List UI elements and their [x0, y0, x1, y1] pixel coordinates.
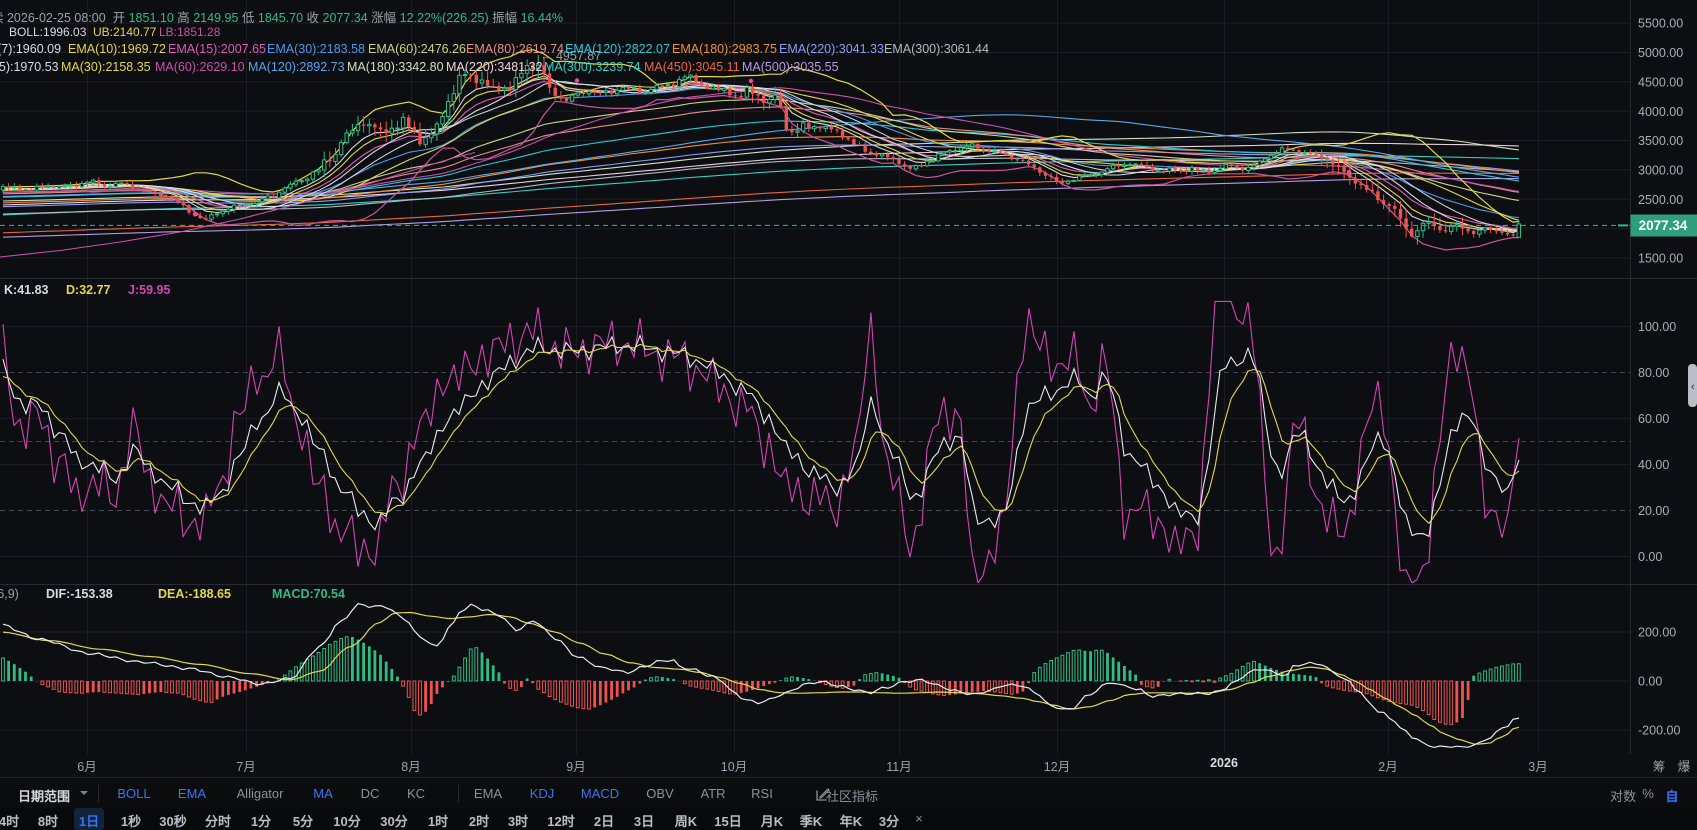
svg-text:3000.00: 3000.00 [1638, 163, 1683, 177]
svg-text:2077.34: 2077.34 [1639, 218, 1688, 233]
svg-text:80.00: 80.00 [1638, 366, 1669, 380]
svg-text:0.00: 0.00 [1638, 675, 1662, 689]
svg-text:-200.00: -200.00 [1638, 724, 1680, 738]
svg-text:4000.00: 4000.00 [1638, 105, 1683, 119]
svg-text:20.00: 20.00 [1638, 504, 1669, 518]
svg-text:2500.00: 2500.00 [1638, 193, 1683, 207]
svg-text:0.00: 0.00 [1638, 550, 1662, 564]
svg-text:5500.00: 5500.00 [1638, 17, 1683, 31]
svg-text:200.00: 200.00 [1638, 626, 1676, 640]
svg-text:4500.00: 4500.00 [1638, 75, 1683, 89]
svg-text:40.00: 40.00 [1638, 458, 1669, 472]
svg-text:60.00: 60.00 [1638, 412, 1669, 426]
svg-text:1500.00: 1500.00 [1638, 252, 1683, 266]
svg-text:3500.00: 3500.00 [1638, 134, 1683, 148]
svg-text:100.00: 100.00 [1638, 320, 1676, 334]
svg-text:‹: ‹ [1691, 381, 1695, 393]
svg-text:5000.00: 5000.00 [1638, 46, 1683, 60]
